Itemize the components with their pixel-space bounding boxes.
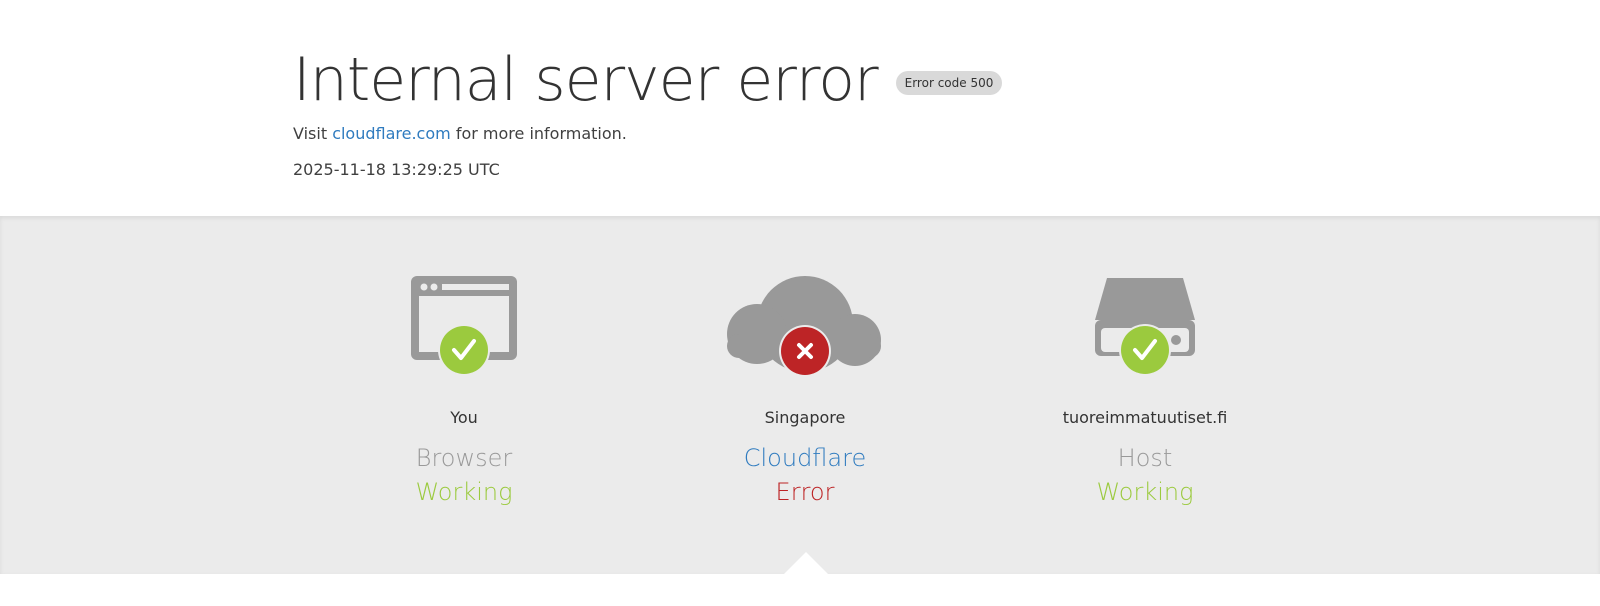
browser-state: Working [415,478,513,506]
title-row: Internal server error Error code 500 [293,40,1003,120]
cloudflare-status-icon [655,270,955,380]
cloudflare-state: Error [775,478,835,506]
host-status-icon [995,270,1295,380]
ok-check-icon [438,324,490,376]
cloudflare-name: Cloudflare [743,444,867,472]
page-title: Internal server error [293,45,879,115]
status-pointer [784,552,828,574]
status-band: You Browser Working Singapore Cloudflare… [0,216,1600,574]
info-text: Visit cloudflare.com for more informatio… [293,124,627,143]
error-x-icon [779,325,831,377]
info-suffix: for more information. [450,124,627,143]
timestamp: 2025-11-18 13:29:25 UTC [293,160,500,179]
browser-location: You [450,408,478,427]
browser-status-icon [314,270,614,380]
host-location: tuoreimmatuutiset.fi [1062,408,1228,427]
info-prefix: Visit [293,124,333,143]
error-header: Internal server error Error code 500 Vis… [0,0,1600,216]
ok-check-icon [1119,324,1171,376]
cloudflare-link[interactable]: cloudflare.com [332,124,451,143]
footer [0,574,1600,606]
host-state: Working [1096,478,1194,506]
host-name: Host [1117,444,1173,472]
browser-name: Browser [415,444,513,472]
error-code-badge: Error code 500 [895,71,1003,95]
cloudflare-location: Singapore [764,408,846,427]
